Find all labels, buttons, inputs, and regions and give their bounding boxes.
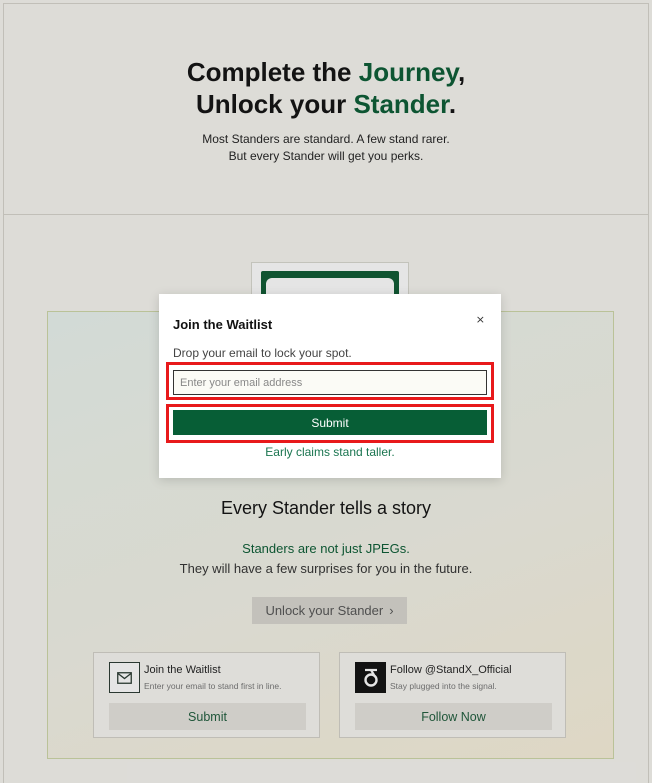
waitlist-modal: Join the Waitlist × Drop your email to l… xyxy=(159,294,501,478)
modal-description: Drop your email to lock your spot. xyxy=(173,346,352,360)
close-icon[interactable]: × xyxy=(476,313,485,326)
email-input[interactable] xyxy=(173,370,487,395)
modal-title: Join the Waitlist xyxy=(173,317,273,332)
modal-submit-button[interactable]: Submit xyxy=(173,410,487,435)
modal-note: Early claims stand taller. xyxy=(265,445,395,459)
